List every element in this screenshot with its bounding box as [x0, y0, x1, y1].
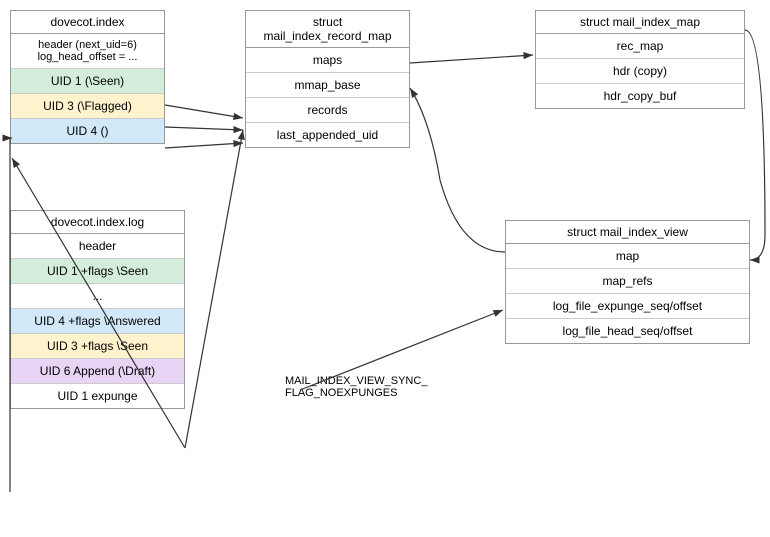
dovecot-index-box: dovecot.index header (next_uid=6) log_he… — [10, 10, 165, 144]
index-view-expunge: log_file_expunge_seq/offset — [506, 294, 749, 319]
dovecot-index-uid3: UID 3 (\Flagged) — [11, 94, 164, 119]
index-log-uid1exp: UID 1 expunge — [11, 384, 184, 408]
diagram: dovecot.index header (next_uid=6) log_he… — [0, 0, 770, 537]
index-log-box: dovecot.index.log header UID 1 +flags \S… — [10, 210, 185, 409]
index-log-uid1seen: UID 1 +flags \Seen — [11, 259, 184, 284]
index-view-title: struct mail_index_view — [506, 221, 749, 244]
index-map-box: struct mail_index_map rec_map hdr (copy)… — [535, 10, 745, 109]
index-log-uid6append: UID 6 Append (\Draft) — [11, 359, 184, 384]
record-map-title: struct mail_index_record_map — [246, 11, 409, 48]
index-view-head: log_file_head_seq/offset — [506, 319, 749, 343]
index-view-maprefs: map_refs — [506, 269, 749, 294]
dovecot-index-uid4: UID 4 () — [11, 119, 164, 143]
record-map-box: struct mail_index_record_map maps mmap_b… — [245, 10, 410, 148]
record-map-lastuid: last_appended_uid — [246, 123, 409, 147]
index-map-hdrbuf: hdr_copy_buf — [536, 84, 744, 108]
record-map-mmap: mmap_base — [246, 73, 409, 98]
sync-label: MAIL_INDEX_VIEW_SYNC_ FLAG_NOEXPUNGES — [285, 375, 445, 399]
dovecot-index-subtitle: header (next_uid=6) log_head_offset = ..… — [11, 34, 164, 69]
index-map-recmap: rec_map — [536, 34, 744, 59]
dovecot-index-title: dovecot.index — [11, 11, 164, 34]
index-log-ellipsis: ... — [11, 284, 184, 309]
record-map-records: records — [246, 98, 409, 123]
index-log-title: dovecot.index.log — [11, 211, 184, 234]
index-map-title: struct mail_index_map — [536, 11, 744, 34]
dovecot-index-uid1: UID 1 (\Seen) — [11, 69, 164, 94]
index-log-uid4ans: UID 4 +flags \Answered — [11, 309, 184, 334]
index-map-hdr: hdr (copy) — [536, 59, 744, 84]
index-log-uid3seen: UID 3 +flags \Seen — [11, 334, 184, 359]
index-view-map: map — [506, 244, 749, 269]
index-view-box: struct mail_index_view map map_refs log_… — [505, 220, 750, 344]
index-log-header: header — [11, 234, 184, 259]
record-map-maps: maps — [246, 48, 409, 73]
